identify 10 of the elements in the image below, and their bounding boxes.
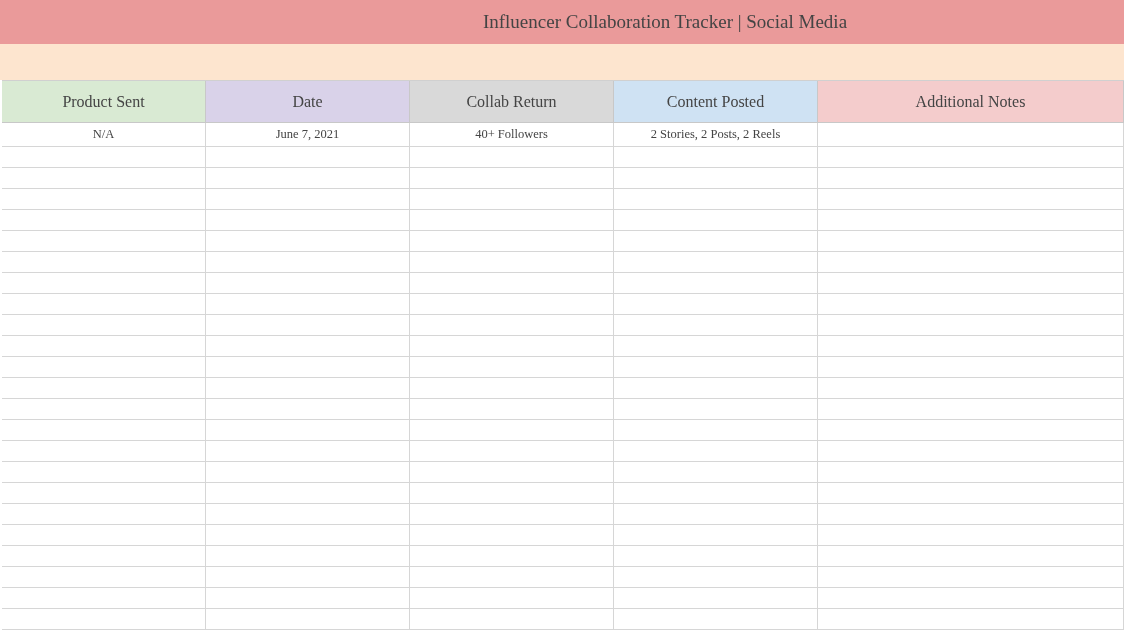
table-cell: 2 Stories, 2 Posts, 2 Reels — [614, 123, 818, 147]
table-cell: June 7, 2021 — [206, 123, 410, 147]
sheet-title: Influencer Collaboration Tracker | Social Media — [482, 11, 848, 33]
table-cell: N/A — [2, 123, 206, 147]
column-header: Date — [206, 81, 410, 123]
column-header: Content Posted — [614, 81, 818, 123]
table-cell: 40+ Followers — [410, 123, 614, 147]
column-header: Additional Notes — [818, 81, 1124, 123]
column-header: Product Sent — [2, 81, 206, 123]
column-header: Collab Return — [410, 81, 614, 123]
